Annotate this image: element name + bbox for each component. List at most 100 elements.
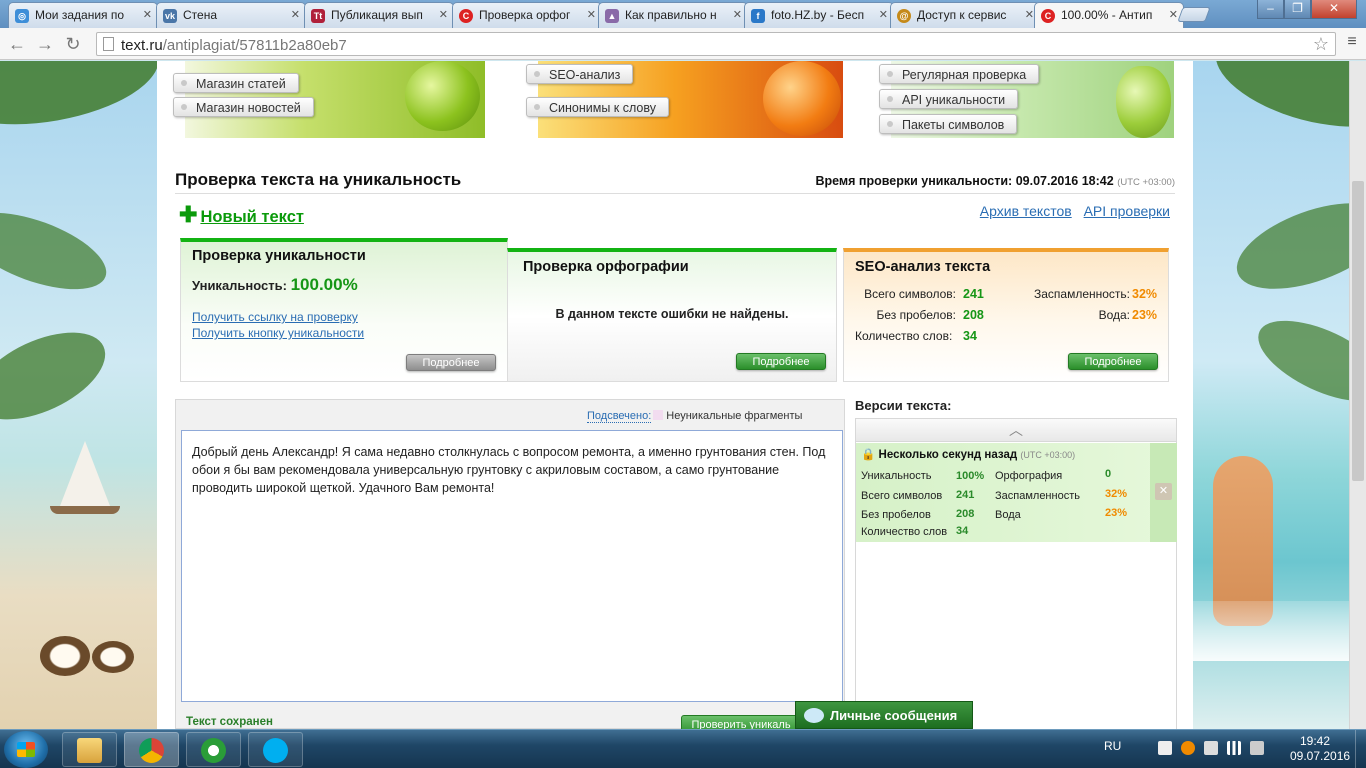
version-item[interactable]: 🔒 Несколько секунд назад (UTC +03:00) Ун… (856, 443, 1177, 542)
version-tz: (UTC +03:00) (1020, 450, 1076, 460)
menu-icon[interactable]: ≡ (1342, 33, 1362, 55)
highlight-legend-label: Неуникальные фрагменты (666, 410, 803, 422)
tab-title: Доступ к сервис (917, 8, 1007, 22)
tab-0[interactable]: ◎ Мои задания по ✕ (8, 2, 158, 28)
taskbar-skype[interactable] (248, 732, 303, 767)
private-messages-button[interactable]: Личные сообщения (795, 701, 973, 729)
tab-4[interactable]: ▲ Как правильно н ✕ (598, 2, 748, 28)
seo-analysis-link[interactable]: SEO-анализ (526, 64, 634, 84)
version-head: 🔒 Несколько секунд назад (UTC +03:00) (861, 447, 1075, 461)
scrollbar-thumb[interactable] (1352, 181, 1364, 481)
tab-2[interactable]: Tt Публикация вып ✕ (304, 2, 454, 28)
check-uniqueness-button[interactable]: Проверить уникаль (681, 715, 801, 729)
close-icon[interactable]: ✕ (587, 8, 596, 21)
shop-news-link[interactable]: Магазин новостей (173, 97, 314, 117)
new-text-link[interactable]: ✚ Новый текст (179, 204, 304, 227)
tab-title: 100.00% - Антип (1061, 8, 1153, 22)
chevron-up-icon[interactable]: ︿ (856, 419, 1176, 442)
highlight-legend: Подсвечено: Неуникальные фрагменты (587, 410, 803, 423)
spelling-card[interactable]: Проверка орфографии В данном тексте ошиб… (507, 248, 837, 382)
utorrent-icon (201, 738, 226, 763)
minimize-button[interactable]: – (1257, 0, 1284, 19)
apple-image (405, 61, 480, 131)
tab-6[interactable]: @ Доступ к сервис ✕ (890, 2, 1040, 28)
v-uniq-label: Уникальность (861, 470, 932, 482)
tab-7-active[interactable]: C 100.00% - Антип ✕ (1034, 2, 1184, 28)
taskbar-utorrent[interactable] (186, 732, 241, 767)
shop-articles-link[interactable]: Магазин статей (173, 73, 299, 93)
coconut (40, 636, 90, 676)
windows-logo-icon (17, 742, 35, 757)
seo-chars-value: 241 (963, 287, 984, 301)
api-check-link[interactable]: API проверки (1084, 203, 1170, 219)
maximize-button[interactable]: ❐ (1284, 0, 1311, 19)
v-words-value: 34 (956, 525, 969, 537)
spelling-more-button[interactable]: Подробнее (736, 353, 826, 370)
spelling-message: В данном тексте ошибки не найдены. (555, 307, 789, 321)
uniqueness-card[interactable]: Проверка уникальности Уникальность: 100.… (180, 238, 508, 382)
close-icon[interactable]: ✕ (439, 8, 448, 21)
lock-icon: 🔒 (861, 449, 876, 461)
symbol-packages-link[interactable]: Пакеты символов (879, 114, 1018, 134)
skype-icon (263, 738, 288, 763)
synonyms-link[interactable]: Синонимы к слову (526, 97, 669, 117)
seo-card[interactable]: SEO-анализ текста Всего символов: 241 Бе… (843, 248, 1169, 382)
text-editor[interactable]: Добрый день Александр! Я сама недавно ст… (181, 430, 843, 702)
close-icon[interactable]: ✕ (733, 8, 742, 21)
tab-1[interactable]: vk Стена ✕ (156, 2, 306, 28)
new-tab-button[interactable] (1177, 7, 1211, 22)
forward-button[interactable]: → (34, 33, 56, 55)
device-icon[interactable] (1204, 741, 1218, 755)
show-desktop-button[interactable] (1355, 730, 1366, 768)
clock-date: 09.07.2016 (1290, 749, 1351, 763)
api-uniqueness-link[interactable]: API уникальности (879, 89, 1019, 109)
coconut (92, 641, 134, 673)
folder-icon (77, 738, 102, 763)
reload-button[interactable]: ↻ (62, 33, 84, 55)
sailboat (60, 441, 110, 506)
highlight-toggle[interactable]: Подсвечено: (587, 410, 652, 423)
close-icon[interactable]: ✕ (1155, 483, 1172, 500)
palm-leaves (1225, 185, 1366, 307)
close-window-button[interactable]: ✕ (1311, 0, 1357, 19)
address-bar[interactable]: text.ru/antiplagiat/57811b2a80eb7 ☆ (96, 32, 1336, 56)
close-icon[interactable]: ✕ (1169, 8, 1178, 21)
seo-more-button[interactable]: Подробнее (1068, 353, 1158, 370)
volume-icon[interactable] (1250, 741, 1264, 755)
versions-title: Версии текста: (855, 398, 952, 413)
taskbar-chrome[interactable] (124, 732, 179, 767)
regular-check-link[interactable]: Регулярная проверка (879, 64, 1040, 84)
archive-link[interactable]: Архив текстов (980, 203, 1072, 219)
clock[interactable]: 19:42 09.07.2016 (1290, 734, 1351, 764)
network-icon[interactable] (1227, 741, 1241, 755)
taskbar-explorer[interactable] (62, 732, 117, 767)
close-icon[interactable]: ✕ (291, 8, 300, 21)
service-icon: @ (897, 9, 911, 23)
language-indicator[interactable]: RU (1104, 739, 1121, 753)
start-button[interactable] (4, 731, 48, 768)
close-icon[interactable]: ✕ (1025, 8, 1034, 21)
scrollbar[interactable] (1349, 61, 1366, 729)
v-nospace-value: 208 (956, 508, 975, 520)
version-time: Несколько секунд назад (878, 449, 1018, 461)
star-icon[interactable]: ☆ (1313, 34, 1329, 55)
close-icon[interactable]: ✕ (143, 8, 152, 21)
close-icon[interactable]: ✕ (879, 8, 888, 21)
back-button[interactable]: ← (6, 33, 28, 55)
get-button-link[interactable]: Получить кнопку уникальности (192, 326, 364, 340)
chat-bubble-icon (804, 708, 824, 723)
get-check-link[interactable]: Получить ссылку на проверку (192, 310, 358, 324)
uniqueness-more-button[interactable]: Подробнее (406, 354, 496, 371)
seo-chars-label: Всего символов: (864, 287, 956, 301)
tab-3[interactable]: C Проверка орфог ✕ (452, 2, 602, 28)
tab-title: Мои задания по (35, 8, 125, 22)
v-words-label: Количество слов (861, 526, 948, 538)
uniqueness-value: 100.00% (290, 275, 358, 294)
opera-icon[interactable] (1181, 741, 1195, 755)
taskbar: RU 19:42 09.07.2016 (0, 729, 1366, 768)
flag-icon[interactable] (1158, 741, 1172, 755)
tab-title: Публикация вып (331, 8, 423, 22)
tab-5[interactable]: f foto.HZ.by - Бесп ✕ (744, 2, 894, 28)
banner: Магазин статей Магазин новостей SEO-анал… (173, 61, 1177, 159)
palm-leaves (1204, 61, 1366, 146)
